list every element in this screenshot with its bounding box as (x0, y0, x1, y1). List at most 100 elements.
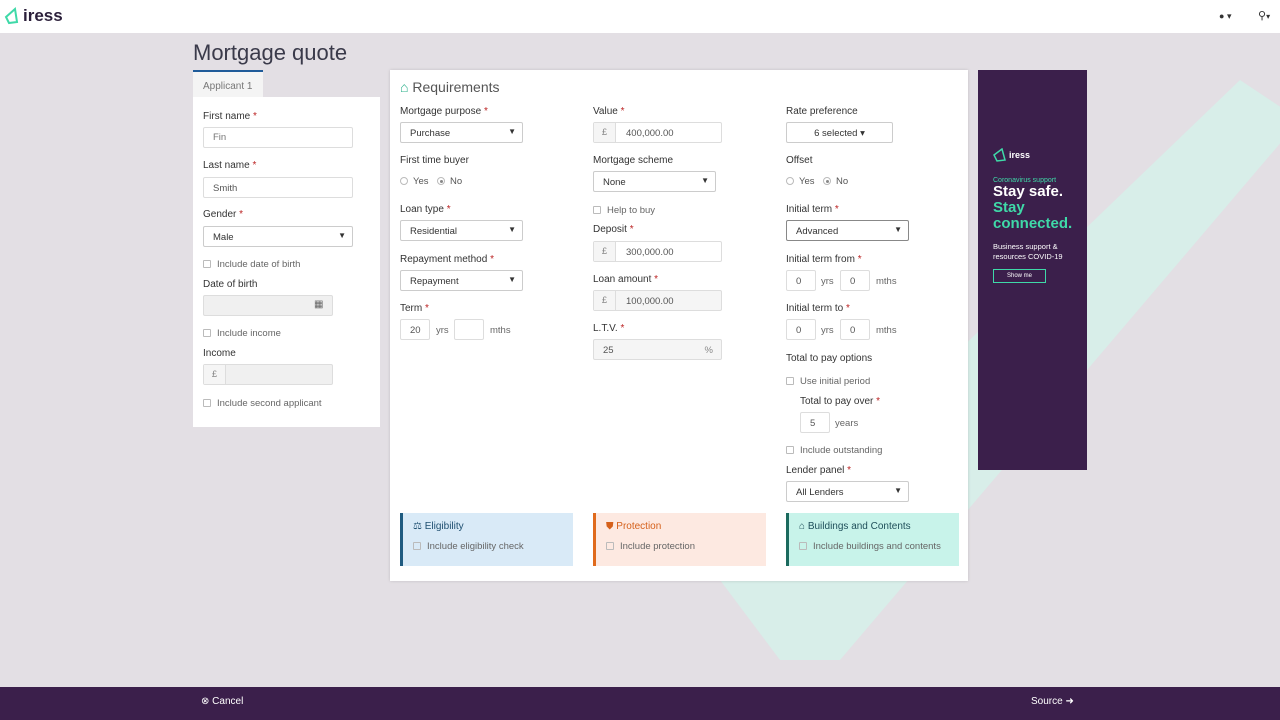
first-name-label: First name * (203, 111, 257, 122)
loan-type-select[interactable]: Residential ▼ (400, 220, 523, 241)
tab-applicant-1[interactable]: Applicant 1 (193, 70, 263, 98)
ad-body: Business support & resources COVID-19 (993, 242, 1063, 261)
initial-to-months-input[interactable]: 0 (840, 319, 870, 340)
initial-from-months-input[interactable]: 0 (840, 270, 870, 291)
value-input[interactable]: £400,000.00 (593, 122, 722, 143)
dob-label: Date of birth (203, 279, 258, 290)
ad-line2: Stay connected. (993, 199, 1073, 232)
user-menu[interactable]: ● ▾ (1219, 11, 1231, 22)
include-outstanding-checkbox[interactable]: Include outstanding (786, 445, 882, 456)
repayment-method-label: Repayment method * (400, 254, 494, 265)
initial-term-select[interactable]: Advanced ▼ (786, 220, 909, 241)
gender-select[interactable]: Male ▼ (203, 226, 353, 247)
shield-icon: ⛊ (606, 521, 614, 532)
top-bar: iress ● ▾ ⚲▾ (0, 0, 1280, 33)
ad-logo: iress (993, 148, 1072, 162)
protection-checkbox[interactable]: Include protection (606, 541, 756, 552)
iress-logo[interactable]: iress (4, 6, 63, 26)
rate-preference-label: Rate preference (786, 106, 858, 117)
applicant-panel: First name * Last name * Smith Gender * … (193, 97, 380, 427)
ltv-label: L.T.V. * (593, 323, 625, 334)
loan-amount-label: Loan amount * (593, 274, 659, 285)
initial-to-years-input[interactable]: 0 (786, 319, 816, 340)
mortgage-purpose-select[interactable]: Purchase ▼ (400, 122, 523, 143)
close-circle-icon: ⊗ (201, 696, 210, 707)
gender-label: Gender * (203, 209, 244, 220)
help-to-buy-checkbox[interactable]: Help to buy (593, 205, 655, 216)
initial-term-label: Initial term * (786, 204, 839, 215)
last-name-input[interactable]: Smith (203, 177, 353, 198)
footer-bar: ⊗ Cancel Source ➜ (0, 687, 1280, 720)
initial-from-years-input[interactable]: 0 (786, 270, 816, 291)
term-yrs-unit: yrs (436, 325, 449, 336)
eligibility-title: ⚖ Eligibility (413, 521, 464, 532)
repayment-method-select[interactable]: Repayment ▼ (400, 270, 523, 291)
first-time-buyer-yes-radio[interactable]: Yes (400, 176, 429, 187)
term-months-input[interactable] (454, 319, 484, 340)
mortgage-scheme-select[interactable]: None ▼ (593, 171, 716, 192)
first-name-input[interactable] (203, 127, 353, 148)
caret-down-icon: ▼ (508, 127, 516, 136)
income-label: Income (203, 348, 236, 359)
covid-ad-banner[interactable]: iress Coronavirus support Stay safe. Sta… (978, 70, 1087, 470)
include-income-checkbox[interactable]: Include income (203, 328, 281, 339)
arrow-right-circle-icon: ➜ (1065, 696, 1074, 707)
logo-text: iress (23, 6, 63, 25)
home-icon: ⌂ (400, 79, 409, 95)
user-icon: ● (1219, 11, 1225, 21)
caret-down-icon: ▼ (508, 275, 516, 284)
mths-unit: mths (876, 325, 897, 336)
offset-no-radio[interactable]: No (823, 176, 848, 187)
mortgage-purpose-label: Mortgage purpose * (400, 106, 488, 117)
buildings-checkbox[interactable]: Include buildings and contents (799, 541, 949, 552)
use-initial-period-checkbox[interactable]: Use initial period (786, 376, 870, 387)
protection-box: ⛊ Protection Include protection (593, 513, 766, 566)
caret-down-icon: ▼ (338, 231, 346, 240)
first-time-buyer-no-radio[interactable]: No (437, 176, 462, 187)
source-button[interactable]: Source ➜ (1031, 696, 1074, 707)
total-to-pay-options-label: Total to pay options (786, 353, 873, 364)
value-label: Value * (593, 106, 625, 117)
mths-unit: mths (876, 276, 897, 287)
term-years-input[interactable]: 20 (400, 319, 430, 340)
rate-preference-select[interactable]: 6 selected ▾ (786, 122, 893, 143)
cancel-button[interactable]: ⊗ Cancel (201, 696, 243, 707)
include-dob-checkbox[interactable]: Include date of birth (203, 259, 300, 270)
lender-panel-label: Lender panel * (786, 465, 852, 476)
calendar-icon[interactable]: ▦ (314, 299, 323, 310)
deposit-input[interactable]: £300,000.00 (593, 241, 722, 262)
scales-icon: ⚖ (413, 521, 422, 532)
requirements-card: ⌂ Requirements Mortgage purpose * Purcha… (390, 70, 968, 581)
mortgage-scheme-label: Mortgage scheme (593, 155, 674, 166)
term-label: Term * (400, 303, 429, 314)
search-icon: ⚲ (1258, 10, 1267, 22)
protection-title: ⛊ Protection (606, 521, 662, 532)
home-icon: ⌂ (799, 521, 806, 532)
total-to-pay-over-input[interactable]: 5 (800, 412, 830, 433)
initial-term-from-label: Initial term from * (786, 254, 862, 265)
requirements-title: ⌂ Requirements (400, 79, 500, 95)
show-me-button[interactable]: Show me (993, 269, 1046, 283)
lender-panel-select[interactable]: All Lenders ▼ (786, 481, 909, 502)
caret-down-icon: ▼ (701, 176, 709, 185)
yrs-unit: yrs (821, 325, 834, 336)
offset-label: Offset (786, 155, 813, 166)
last-name-label: Last name * (203, 160, 257, 171)
include-second-applicant-checkbox[interactable]: Include second applicant (203, 398, 322, 409)
income-input[interactable]: £ (203, 364, 333, 385)
ad-line1: Stay safe. (993, 183, 1064, 200)
term-mths-unit: mths (490, 325, 511, 336)
first-time-buyer-label: First time buyer (400, 155, 469, 166)
ltv-input[interactable]: 25% (593, 339, 722, 360)
deposit-label: Deposit * (593, 224, 634, 235)
eligibility-checkbox[interactable]: Include eligibility check (413, 541, 563, 552)
search-menu[interactable]: ⚲▾ (1258, 9, 1270, 22)
loan-amount-input[interactable]: £100,000.00 (593, 290, 722, 311)
yrs-unit: yrs (821, 276, 834, 287)
buildings-box: ⌂ Buildings and Contents Include buildin… (786, 513, 959, 566)
offset-yes-radio[interactable]: Yes (786, 176, 815, 187)
caret-down-icon: ▼ (508, 225, 516, 234)
eligibility-box: ⚖ Eligibility Include eligibility check (400, 513, 573, 566)
buildings-title: ⌂ Buildings and Contents (799, 521, 911, 532)
initial-term-to-label: Initial term to * (786, 303, 850, 314)
